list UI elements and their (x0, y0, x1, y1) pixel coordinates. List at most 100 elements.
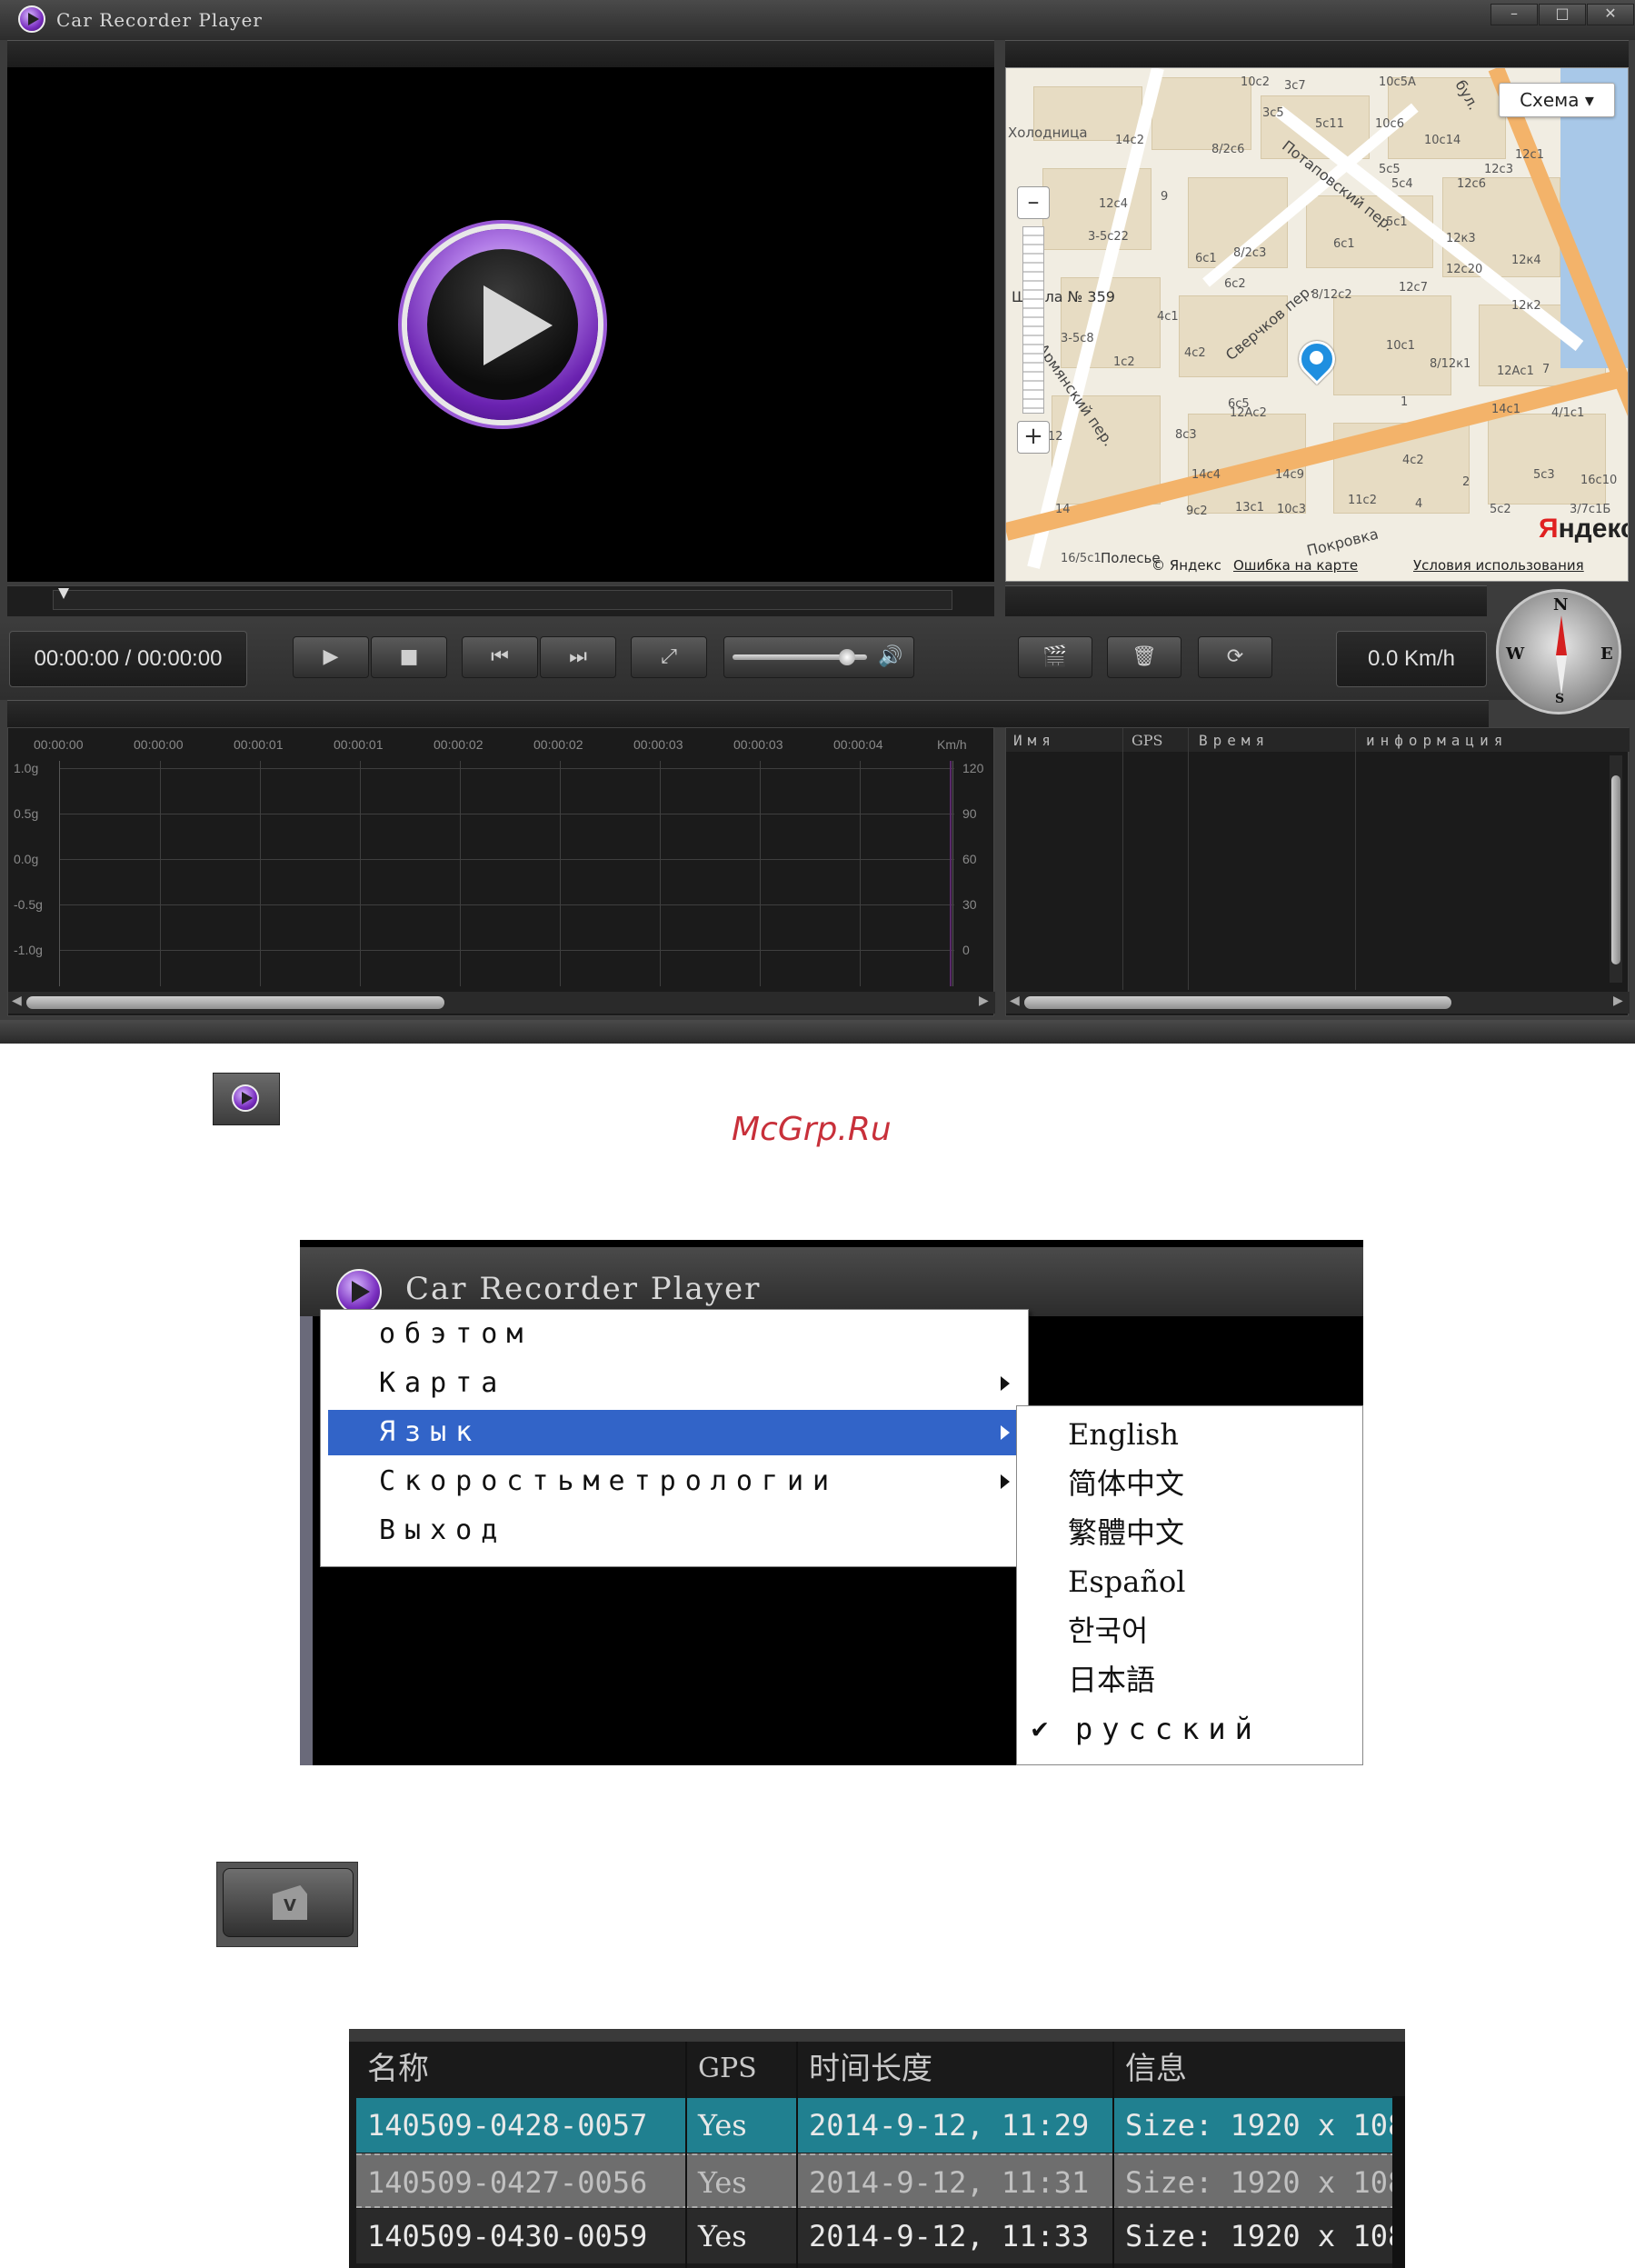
clapperboard-icon: V (284, 1896, 296, 1915)
column-divider (1122, 728, 1123, 990)
grid-line (860, 761, 861, 986)
next-button[interactable]: ⏭ (540, 636, 616, 678)
column-info[interactable]: информация (1366, 732, 1508, 749)
grid-line (60, 768, 954, 769)
maximize-button[interactable]: □ (1539, 4, 1586, 25)
scroll-right-icon[interactable]: ▶ (979, 994, 989, 1008)
grid-line (260, 761, 261, 986)
speed-axis-line (950, 761, 952, 986)
language-spanish[interactable]: Español (1017, 1557, 1362, 1606)
delete-button[interactable]: 🗑 (1107, 636, 1181, 678)
zoom-out-button[interactable]: – (1017, 186, 1050, 219)
column-gps[interactable]: GPS (1132, 732, 1163, 749)
language-japanese[interactable]: 日本語 (1017, 1655, 1362, 1704)
zoom-in-button[interactable]: + (1017, 421, 1050, 454)
seek-bar[interactable] (7, 585, 994, 616)
app-menu-button[interactable] (213, 1073, 280, 1125)
time-tick-label: 00:00:01 (334, 737, 384, 752)
player-window: Car Recorder Player – □ ✕ Потаповский пе… (0, 0, 1635, 1044)
map-error-link[interactable]: Ошибка на карте (1233, 557, 1358, 574)
menu-item-label: Язык (379, 1416, 482, 1448)
map-view[interactable]: Потаповский пер. Сверчков пер. Покровка … (1005, 67, 1629, 582)
menu-item-exit[interactable]: Выход (328, 1508, 1022, 1554)
file-list-vscroll[interactable] (1610, 755, 1622, 983)
graph-scrollbar[interactable]: ◀ ▶ (8, 992, 995, 1014)
language-simplified-chinese[interactable]: 简体中文 (1017, 1459, 1362, 1508)
column-name[interactable]: 名称 (356, 2042, 429, 2096)
snapshot-button[interactable]: 🎬 (1018, 636, 1092, 678)
stop-button[interactable]: ■ (371, 636, 447, 678)
table-cell: 140509-0428-0057 (367, 2108, 648, 2143)
house-number-label: 1 (1401, 395, 1409, 409)
file-list[interactable]: Имя GPS Время информация ◀ ▶ (1005, 727, 1630, 1016)
status-bar (0, 1020, 1635, 1044)
house-number-label: 6с1 (1195, 252, 1217, 265)
file-list-vscroll-thumb[interactable] (1611, 775, 1620, 964)
refresh-button[interactable]: ⟳ (1198, 636, 1272, 678)
house-number-label: 4 (1415, 497, 1423, 511)
graph-scroll-thumb[interactable] (26, 996, 444, 1009)
time-tick-label: 00:00:03 (633, 737, 683, 752)
previous-button[interactable]: ⏮ (462, 636, 538, 678)
speaker-icon[interactable]: 🔊 (878, 645, 902, 668)
window-title: Car Recorder Player (405, 1271, 762, 1307)
grid-line (460, 761, 461, 986)
language-traditional-chinese[interactable]: 繁體中文 (1017, 1508, 1362, 1557)
menu-item-language[interactable]: Язык (328, 1410, 1022, 1455)
house-number-label: 14с4 (1191, 468, 1221, 482)
volume-handle[interactable] (839, 649, 855, 665)
fullscreen-button[interactable]: ⤢ (631, 636, 707, 678)
table-cell: Size: 1920 x 1080 (1125, 2165, 1405, 2200)
menu-item-about[interactable]: обэтом (328, 1312, 1022, 1357)
house-number-label: 12к2 (1511, 299, 1541, 313)
house-number-label: 12с4 (1099, 197, 1128, 211)
zoom-slider[interactable] (1022, 226, 1044, 414)
menu-item-speed-units[interactable]: Скоростьметрологии (328, 1459, 1022, 1504)
scroll-left-icon[interactable]: ◀ (12, 994, 22, 1008)
house-number-label: 14с2 (1115, 134, 1144, 147)
app-logo-icon[interactable] (336, 1269, 382, 1314)
house-number-label: 3-5с8 (1061, 332, 1094, 345)
watermark: McGrp.Ru (732, 1111, 892, 1148)
zoom-control[interactable]: – + (1017, 186, 1050, 459)
column-duration[interactable]: 时间长度 (798, 2042, 932, 2096)
video-area[interactable] (7, 67, 994, 582)
big-play-button[interactable] (407, 229, 598, 420)
table-row[interactable]: 140509-0428-0057 Yes 2014-9-12, 11:29 Size:… (356, 2098, 1405, 2153)
snapshot-button-face[interactable]: V (223, 1868, 354, 1937)
time-tick-label: 00:00:00 (134, 737, 184, 752)
map-terms-link[interactable]: Условия использования (1413, 557, 1584, 574)
scroll-left-icon[interactable]: ◀ (1010, 994, 1020, 1008)
column-time[interactable]: Время (1199, 732, 1270, 749)
language-english[interactable]: English (1017, 1410, 1362, 1459)
grid-line (360, 761, 361, 986)
house-number-label: 3-5с22 (1088, 230, 1129, 244)
house-number-label: 12с3 (1484, 163, 1513, 176)
g-tick-label: 0.0g (14, 852, 39, 866)
language-russian[interactable]: ✔ русский (1017, 1704, 1362, 1753)
minimize-button[interactable]: – (1490, 4, 1538, 25)
title-bar[interactable]: Car Recorder Player – □ ✕ (0, 0, 1635, 40)
seek-track[interactable] (53, 590, 952, 610)
table-row[interactable]: 140509-0427-0056 Yes 2014-9-12, 11:31 Size:… (356, 2153, 1405, 2208)
column-info[interactable]: 信息 (1114, 2042, 1187, 2096)
file-list-hscroll-thumb[interactable] (1024, 996, 1451, 1009)
play-icon: ▶ (323, 645, 339, 668)
play-button[interactable]: ▶ (293, 636, 369, 678)
scroll-right-icon[interactable]: ▶ (1613, 994, 1623, 1008)
gsensor-graph: 00:00:00 00:00:00 00:00:01 00:00:01 00:00:02… (7, 727, 995, 1016)
file-list-header: Имя GPS Время информация (1006, 728, 1630, 752)
column-gps[interactable]: GPS (687, 2042, 757, 2096)
close-button[interactable]: ✕ (1587, 4, 1634, 25)
checkmark-icon: ✔ (1032, 1713, 1058, 1744)
table-row[interactable]: 140509-0430-0059 Yes 2014-9-12, 11:33 Size:… (356, 2209, 1405, 2263)
snapshot-button-closeup[interactable]: V (216, 1862, 358, 1947)
house-number-label: 10с14 (1424, 134, 1461, 147)
column-name[interactable]: Имя (1013, 732, 1056, 749)
file-list-hscroll[interactable]: ◀ ▶ (1006, 992, 1630, 1014)
map-mode-dropdown[interactable]: Схема ▾ (1499, 83, 1615, 117)
speed-tick-label: 90 (962, 806, 977, 821)
menu-item-map[interactable]: Карта (328, 1361, 1022, 1406)
time-tick-label: 00:00:01 (234, 737, 284, 752)
language-korean[interactable]: 한국어 (1017, 1606, 1362, 1655)
